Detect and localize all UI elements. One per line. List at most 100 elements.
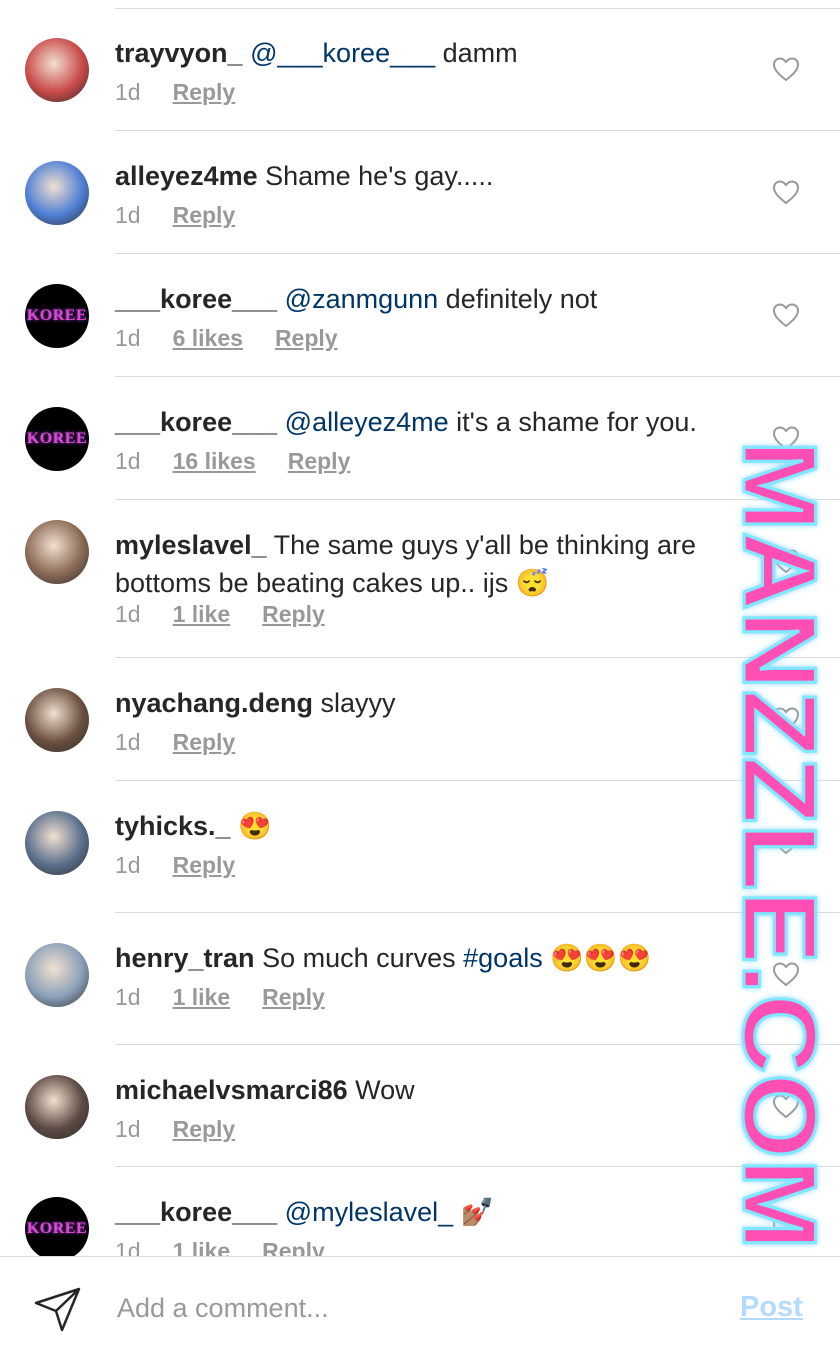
reply-button[interactable]: Reply bbox=[173, 727, 236, 757]
likes-count[interactable]: 1 like bbox=[173, 982, 231, 1012]
comment-composer: Add a comment... Post bbox=[0, 1256, 840, 1362]
avatar[interactable] bbox=[25, 161, 89, 225]
comment-item: henry_tran So much curves #goals 😍😍😍 1d 1 … bbox=[0, 913, 840, 1045]
comment-meta: 1d Reply bbox=[115, 850, 267, 880]
send-icon[interactable] bbox=[34, 1285, 82, 1333]
comment-text: ___koree___ @myleslavel_ 💅🏽 bbox=[115, 1193, 715, 1231]
comment-body: it's a shame for you. bbox=[448, 407, 697, 437]
comment-text: myleslavel_ The same guys y'all be think… bbox=[115, 526, 715, 602]
koree-avatar[interactable]: KOREE bbox=[25, 407, 89, 471]
comment-meta: 1d 1 like Reply bbox=[115, 982, 357, 1012]
comment-meta: 1d 1 like Reply bbox=[115, 599, 357, 629]
reply-button[interactable]: Reply bbox=[275, 323, 338, 353]
comment-item: michaelvsmarci86 Wow 1d Reply bbox=[0, 1045, 840, 1167]
comment-time: 1d bbox=[115, 79, 141, 105]
comment-text: ___koree___ @alleyez4me it's a shame for… bbox=[115, 403, 715, 441]
comment-item: tyhicks._ 😍 1d Reply bbox=[0, 781, 840, 913]
mention-link[interactable]: @myleslavel_ bbox=[285, 1197, 453, 1227]
reply-button[interactable]: Reply bbox=[173, 200, 236, 230]
comment-body: damm bbox=[435, 38, 518, 68]
reply-button[interactable]: Reply bbox=[262, 1236, 325, 1256]
comment-meta: 1d 6 likes Reply bbox=[115, 323, 370, 353]
avatar-logo-text: KOREE bbox=[26, 307, 88, 324]
watermark: MANZZLE.COM bbox=[720, 440, 830, 1250]
comment-username[interactable]: henry_tran bbox=[115, 943, 255, 973]
comment-item: trayvyon_ @___koree___ damm 1d Reply bbox=[0, 8, 840, 131]
comment-body: Wow bbox=[347, 1075, 415, 1105]
comment-text: nyachang.deng slayyy bbox=[115, 684, 715, 722]
comment-item: myleslavel_ The same guys y'all be think… bbox=[0, 500, 840, 658]
likes-count[interactable]: 6 likes bbox=[173, 323, 243, 353]
koree-avatar[interactable]: KOREE bbox=[25, 284, 89, 348]
mention-link[interactable]: @zanmgunn bbox=[285, 284, 439, 314]
comment-meta: 1d Reply bbox=[115, 727, 267, 757]
comment-input[interactable]: Add a comment... bbox=[117, 1293, 329, 1324]
comment-meta: 1d Reply bbox=[115, 77, 267, 107]
comment-time: 1d bbox=[115, 202, 141, 228]
koree-avatar[interactable]: KOREE bbox=[25, 1197, 89, 1256]
comment-username[interactable]: myleslavel_ bbox=[115, 530, 267, 560]
mention-link[interactable]: @___koree___ bbox=[250, 38, 435, 68]
comment-text: tyhicks._ 😍 bbox=[115, 807, 715, 845]
comment-text: alleyez4me Shame he's gay..... bbox=[115, 157, 715, 195]
comment-time: 1d bbox=[115, 729, 141, 755]
comment-body: 😍 bbox=[230, 811, 272, 841]
comment-username[interactable]: ___koree___ bbox=[115, 1197, 277, 1227]
comment-time: 1d bbox=[115, 601, 141, 627]
avatar-logo-text: KOREE bbox=[26, 430, 88, 447]
heart-icon[interactable] bbox=[772, 56, 800, 82]
avatar[interactable] bbox=[25, 38, 89, 102]
reply-button[interactable]: Reply bbox=[262, 982, 325, 1012]
comment-text: trayvyon_ @___koree___ damm bbox=[115, 34, 715, 72]
comment-text: ___koree___ @zanmgunn definitely not bbox=[115, 280, 715, 318]
comment-item: nyachang.deng slayyy 1d Reply bbox=[0, 658, 840, 781]
avatar-logo-text: KOREE bbox=[26, 1220, 88, 1237]
heart-icon[interactable] bbox=[772, 302, 800, 328]
comment-meta: 1d 16 likes Reply bbox=[115, 446, 382, 476]
comment-body-end: 😍😍😍 bbox=[542, 943, 652, 973]
mention-link[interactable]: @alleyez4me bbox=[285, 407, 449, 437]
likes-count[interactable]: 1 like bbox=[173, 1236, 231, 1256]
comment-username[interactable]: ___koree___ bbox=[115, 284, 277, 314]
avatar[interactable] bbox=[25, 811, 89, 875]
avatar[interactable] bbox=[25, 943, 89, 1007]
post-button[interactable]: Post bbox=[740, 1291, 803, 1324]
comment-username[interactable]: nyachang.deng bbox=[115, 688, 313, 718]
avatar[interactable] bbox=[25, 520, 89, 584]
reply-button[interactable]: Reply bbox=[173, 77, 236, 107]
comment-time: 1d bbox=[115, 1116, 141, 1142]
hashtag-link[interactable]: #goals bbox=[463, 943, 543, 973]
reply-button[interactable]: Reply bbox=[262, 599, 325, 629]
comment-meta: 1d Reply bbox=[115, 200, 267, 230]
comment-username[interactable]: trayvyon_ bbox=[115, 38, 243, 68]
comment-item: alleyez4me Shame he's gay..... 1d Reply bbox=[0, 131, 840, 254]
comment-meta: 1d 1 like Reply bbox=[115, 1236, 357, 1256]
watermark-text: MANZZLE.COM bbox=[721, 440, 830, 1250]
comment-meta: 1d Reply bbox=[115, 1114, 267, 1144]
avatar[interactable] bbox=[25, 688, 89, 752]
comment-time: 1d bbox=[115, 984, 141, 1010]
comment-item: KOREE ___koree___ @alleyez4me it's a sham… bbox=[0, 377, 840, 500]
likes-count[interactable]: 16 likes bbox=[173, 446, 256, 476]
reply-button[interactable]: Reply bbox=[288, 446, 351, 476]
comment-time: 1d bbox=[115, 1238, 141, 1256]
comment-body: Shame he's gay..... bbox=[257, 161, 494, 191]
comment-username[interactable]: ___koree___ bbox=[115, 407, 277, 437]
avatar[interactable] bbox=[25, 1075, 89, 1139]
comment-body: slayyy bbox=[313, 688, 396, 718]
heart-icon[interactable] bbox=[772, 179, 800, 205]
comment-time: 1d bbox=[115, 325, 141, 351]
comment-time: 1d bbox=[115, 852, 141, 878]
reply-button[interactable]: Reply bbox=[173, 1114, 236, 1144]
comment-username[interactable]: tyhicks._ bbox=[115, 811, 231, 841]
comment-text: henry_tran So much curves #goals 😍😍😍 bbox=[115, 939, 715, 977]
comment-item: KOREE ___koree___ @myleslavel_ 💅🏽 1d 1 like… bbox=[0, 1167, 840, 1256]
comments-list: trayvyon_ @___koree___ damm 1d Reply alleye… bbox=[0, 0, 840, 1256]
comment-username[interactable]: alleyez4me bbox=[115, 161, 258, 191]
comment-text: michaelvsmarci86 Wow bbox=[115, 1071, 715, 1109]
comment-body: 💅🏽 bbox=[453, 1197, 495, 1227]
comment-body: So much curves bbox=[254, 943, 464, 973]
reply-button[interactable]: Reply bbox=[173, 850, 236, 880]
comment-username[interactable]: michaelvsmarci86 bbox=[115, 1075, 348, 1105]
likes-count[interactable]: 1 like bbox=[173, 599, 231, 629]
